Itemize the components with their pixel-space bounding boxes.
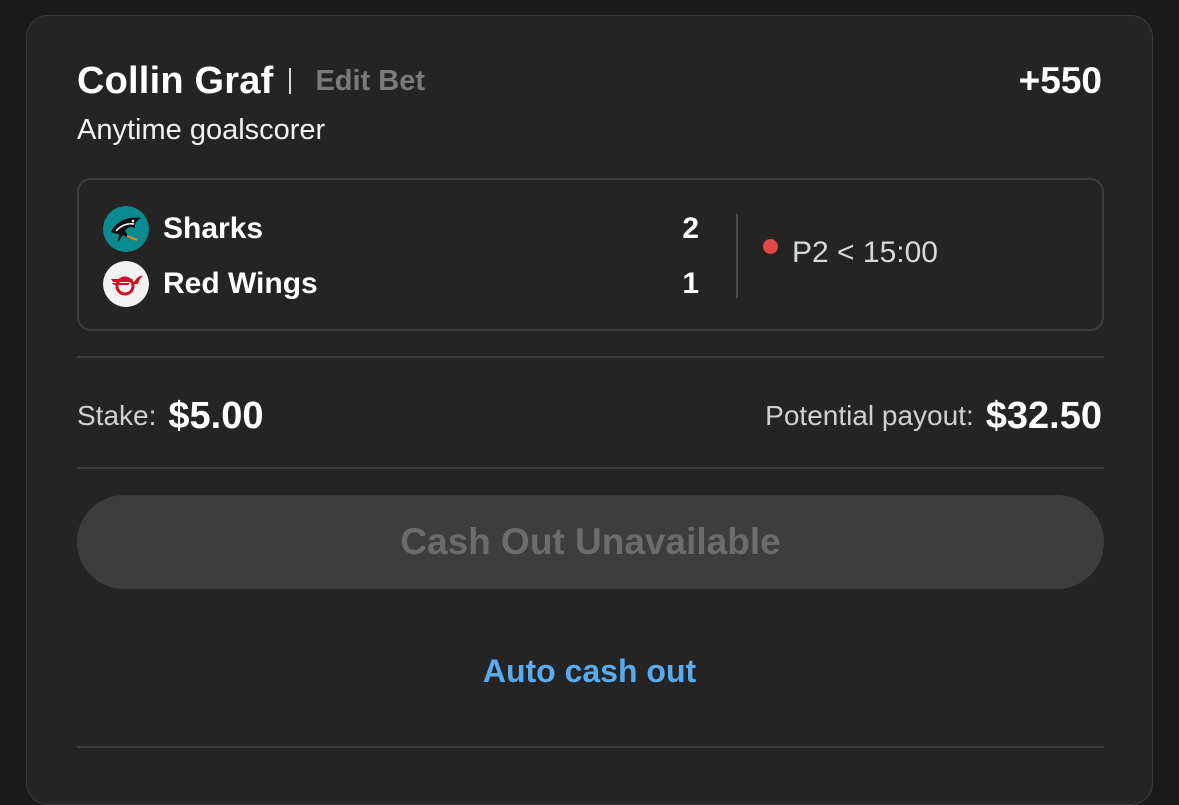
stake-value: $5.00 (168, 394, 264, 437)
live-indicator-icon (763, 239, 778, 254)
section-divider (77, 467, 1104, 469)
bet-card: Collin Graf Edit Bet +550 Anytime goalsc… (26, 15, 1153, 805)
payout-value: $32.50 (985, 394, 1102, 437)
auto-cash-out-link[interactable]: Auto cash out (27, 653, 1152, 690)
team-name: Sharks (163, 212, 264, 245)
header-divider (289, 68, 292, 94)
team-row-sharks: Sharks 2 (103, 204, 699, 254)
stake-payout-row: Stake: $5.00 Potential payout: $32.50 (77, 388, 1102, 444)
team-name: Red Wings (163, 267, 318, 300)
payout-label: Potential payout: (765, 400, 974, 431)
team-score: 2 (682, 212, 699, 245)
section-divider (77, 746, 1104, 748)
cash-out-button[interactable]: Cash Out Unavailable (77, 495, 1104, 589)
section-divider (77, 356, 1104, 358)
payout-group: Potential payout: $32.50 (765, 395, 1102, 438)
game-clock: P2 < 15:00 (792, 236, 938, 269)
player-name: Collin Graf (77, 59, 274, 102)
scoreboard-divider (736, 214, 738, 298)
team-row-red-wings: Red Wings 1 (103, 259, 699, 309)
red-wings-logo-icon (103, 261, 149, 307)
stake-label: Stake: (77, 400, 157, 431)
bet-header: Collin Graf Edit Bet +550 (77, 56, 1102, 106)
live-scoreboard[interactable]: Sharks 2 Red Wings 1 P2 < 15:00 (77, 178, 1104, 331)
bet-odds: +550 (1018, 60, 1102, 101)
sharks-logo-icon (103, 206, 149, 252)
bet-market: Anytime goalscorer (77, 114, 326, 146)
edit-bet-button[interactable]: Edit Bet (315, 65, 425, 98)
team-score: 1 (682, 267, 699, 300)
